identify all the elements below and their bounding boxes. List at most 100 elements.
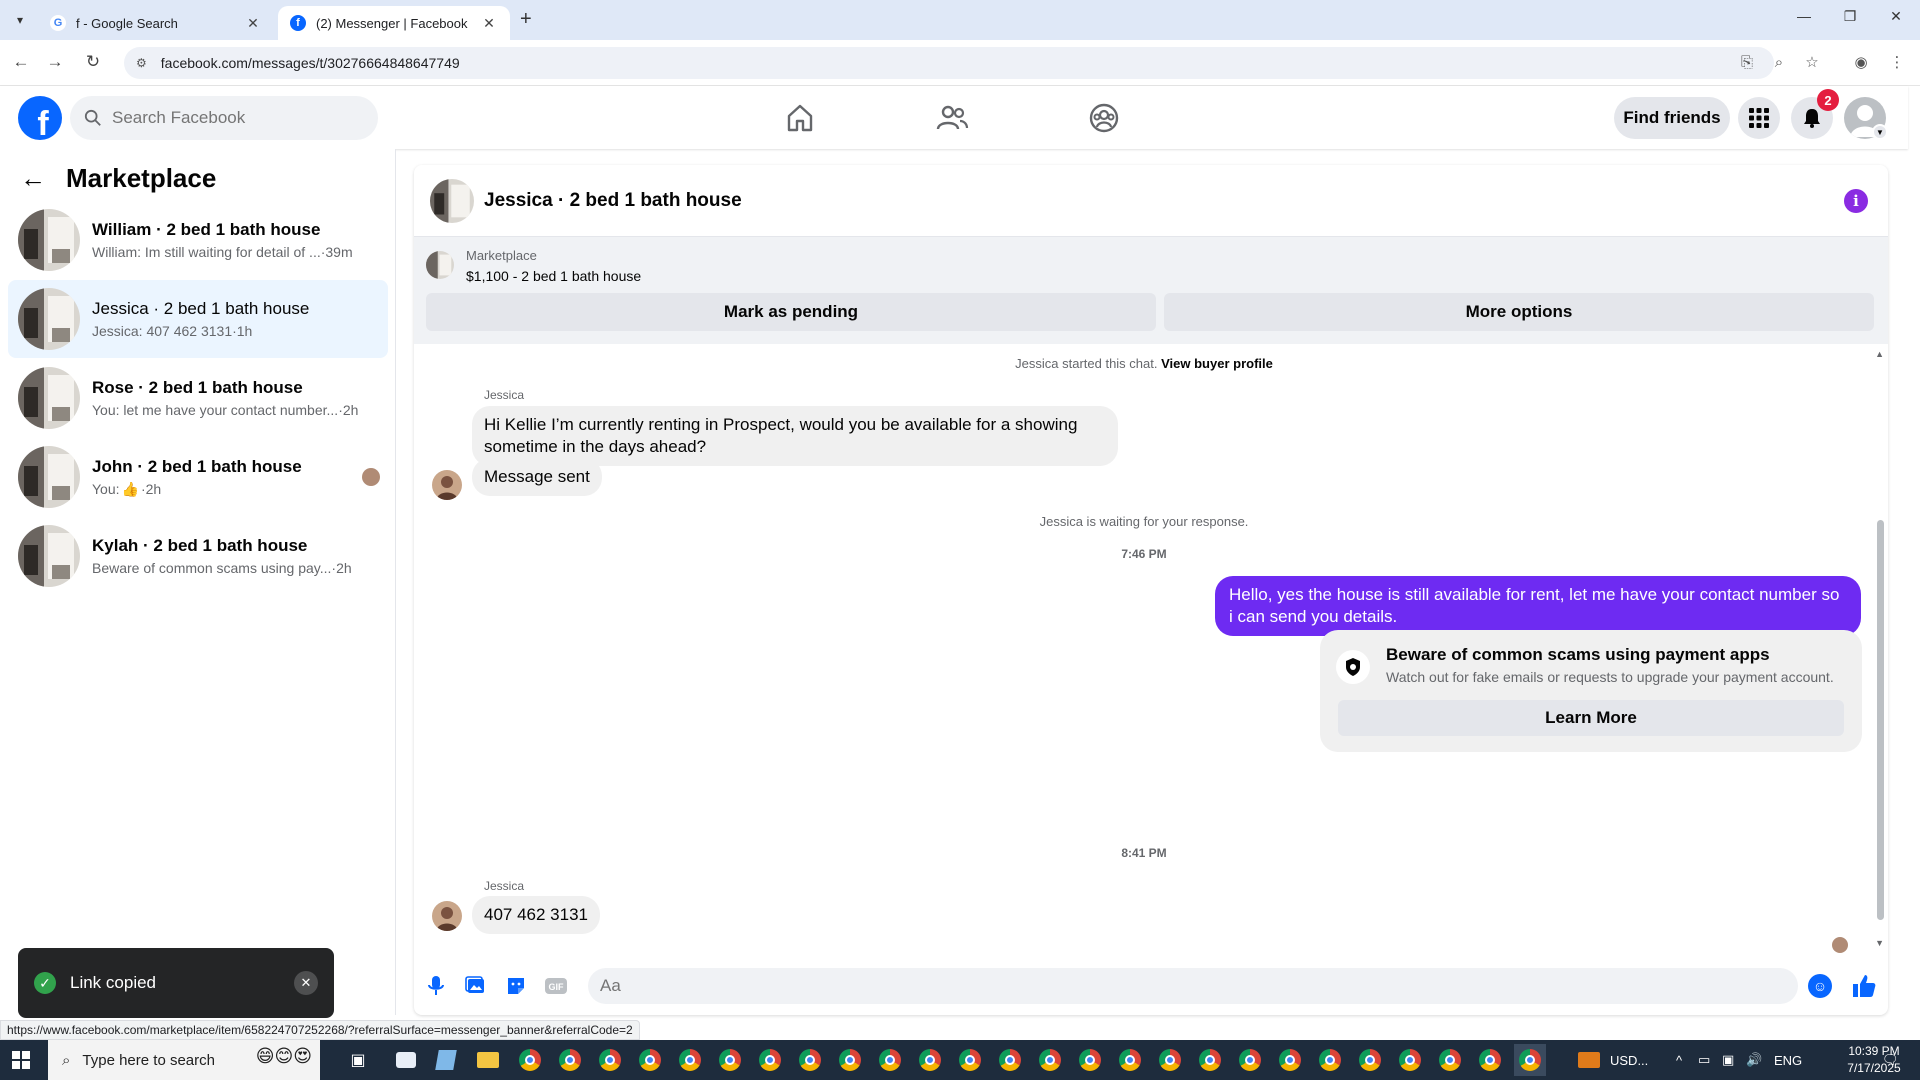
facebook-search-input[interactable] <box>112 108 352 128</box>
browser-tab-messenger[interactable]: f (2) Messenger | Facebook ✕ <box>278 6 510 40</box>
find-friends-button[interactable]: Find friends <box>1614 97 1730 139</box>
chrome-icon[interactable] <box>1514 1044 1546 1076</box>
conversation-jessica[interactable]: Jessica · 2 bed 1 bath house Jessica: 40… <box>8 280 388 358</box>
install-app-icon[interactable]: ⎘ <box>1736 52 1758 74</box>
info-icon[interactable]: i <box>1844 189 1868 213</box>
learn-more-button[interactable]: Learn More <box>1338 700 1844 736</box>
chrome-icon[interactable] <box>674 1044 706 1076</box>
conversation-rose[interactable]: Rose · 2 bed 1 bath house You: let me ha… <box>8 359 388 437</box>
volume-icon[interactable]: 🔊 <box>1746 1040 1762 1080</box>
taskbar-search[interactable]: ⌕ Type here to search 😄😊😍 <box>48 1040 320 1080</box>
chrome-icon[interactable] <box>1034 1044 1066 1076</box>
chrome-icon[interactable] <box>554 1044 586 1076</box>
friends-icon[interactable] <box>934 100 970 136</box>
chrome-icon[interactable] <box>1394 1044 1426 1076</box>
tray-icon[interactable]: ▭ <box>1698 1040 1710 1080</box>
sender-avatar[interactable] <box>432 470 462 500</box>
microphone-icon[interactable] <box>424 974 448 998</box>
chat-title[interactable]: Jessica · 2 bed 1 bath house <box>484 190 742 212</box>
chrome-icon[interactable] <box>794 1044 826 1076</box>
site-info-icon[interactable]: ⚙ <box>136 56 147 70</box>
incoming-message[interactable]: Hi Kellie I’m currently renting in Prosp… <box>472 406 1118 466</box>
chrome-icon[interactable] <box>1434 1044 1466 1076</box>
scroll-down-icon[interactable]: ▼ <box>1875 938 1884 948</box>
address-bar[interactable]: ⚙ facebook.com/messages/t/30276664848647… <box>124 47 1774 79</box>
chrome-icon[interactable] <box>1234 1044 1266 1076</box>
thumbs-up-icon[interactable] <box>1850 972 1878 1000</box>
chrome-icon[interactable] <box>1114 1044 1146 1076</box>
tab-search-button[interactable]: ▾ <box>6 8 34 32</box>
menu-kebab-icon[interactable]: ⋮ <box>1886 52 1908 74</box>
chrome-icon[interactable] <box>754 1044 786 1076</box>
reload-icon[interactable]: ↻ <box>82 51 104 73</box>
more-options-button[interactable]: More options <box>1164 293 1874 331</box>
photo-icon[interactable] <box>464 974 488 998</box>
chrome-icon[interactable] <box>1274 1044 1306 1076</box>
groups-icon[interactable] <box>1086 100 1122 136</box>
input-language[interactable]: ENG <box>1774 1040 1802 1080</box>
back-icon[interactable]: ← <box>10 51 32 73</box>
home-icon[interactable] <box>782 100 818 136</box>
conversation-kylah[interactable]: Kylah · 2 bed 1 bath house Beware of com… <box>8 517 388 595</box>
profile-icon[interactable]: ◉ <box>1850 52 1872 74</box>
bookmark-star-icon[interactable]: ☆ <box>1801 52 1823 74</box>
conversation-john[interactable]: John · 2 bed 1 bath house You: 👍 ·2h <box>8 438 388 516</box>
forward-icon[interactable]: → <box>44 51 66 73</box>
chrome-icon[interactable] <box>1354 1044 1386 1076</box>
windows-start-icon[interactable] <box>12 1051 30 1069</box>
new-tab-icon[interactable]: + <box>520 8 532 31</box>
chrome-icon[interactable] <box>1194 1044 1226 1076</box>
incoming-message[interactable]: 407 462 3131 <box>472 896 600 934</box>
chrome-icon[interactable] <box>914 1044 946 1076</box>
chevron-down-icon[interactable]: ▼ <box>1872 124 1888 140</box>
zoom-icon[interactable]: ⌕ <box>1768 52 1790 74</box>
conversation-william[interactable]: William · 2 bed 1 bath house William: Im… <box>8 201 388 279</box>
message-input[interactable] <box>588 968 1798 1004</box>
close-tab-icon[interactable]: ✕ <box>244 15 262 32</box>
chrome-icon[interactable] <box>1474 1044 1506 1076</box>
chrome-icon[interactable] <box>1314 1044 1346 1076</box>
facebook-search[interactable] <box>70 96 378 140</box>
close-icon[interactable]: ✕ <box>294 971 318 995</box>
minimize-icon[interactable]: — <box>1784 8 1824 24</box>
back-arrow-icon[interactable]: ← <box>20 163 46 194</box>
close-tab-icon[interactable]: ✕ <box>480 15 498 32</box>
close-window-icon[interactable]: ✕ <box>1876 8 1916 25</box>
chrome-icon[interactable] <box>1154 1044 1186 1076</box>
chrome-icon[interactable] <box>594 1044 626 1076</box>
notification-center-icon[interactable]: 🗨 <box>1882 1040 1899 1080</box>
listing-price[interactable]: $1,100 - 2 bed 1 bath house <box>466 268 641 284</box>
listing-thumbnail[interactable] <box>426 251 454 279</box>
chrome-icon[interactable] <box>714 1044 746 1076</box>
menu-grid-icon[interactable] <box>1738 97 1780 139</box>
chrome-icon[interactable] <box>1074 1044 1106 1076</box>
browser-tab-google[interactable]: G f - Google Search ✕ <box>38 6 274 40</box>
chrome-icon[interactable] <box>634 1044 666 1076</box>
file-explorer-icon[interactable] <box>472 1044 504 1076</box>
mark-as-pending-button[interactable]: Mark as pending <box>426 293 1156 331</box>
chrome-icon[interactable] <box>954 1044 986 1076</box>
app-icon[interactable] <box>390 1044 422 1076</box>
restore-icon[interactable]: ❐ <box>1830 8 1870 25</box>
view-buyer-profile-link[interactable]: View buyer profile <box>1161 356 1273 371</box>
sender-avatar[interactable] <box>432 901 462 931</box>
task-view-icon[interactable]: ▣ <box>342 1044 374 1076</box>
sticker-icon[interactable] <box>504 974 528 998</box>
listing-thumbnail[interactable] <box>430 178 474 223</box>
incoming-message[interactable]: Message sent <box>472 458 602 496</box>
scroll-up-icon[interactable]: ▲ <box>1875 349 1884 359</box>
scrollbar-thumb[interactable] <box>1877 520 1884 920</box>
facebook-logo-icon[interactable]: f <box>18 96 62 140</box>
chrome-icon[interactable] <box>514 1044 546 1076</box>
app-icon[interactable] <box>430 1044 462 1076</box>
emoji-icon[interactable]: ☺ <box>1808 974 1832 998</box>
taskbar-clock[interactable]: 10:39 PM 7/17/2025 <box>1838 1043 1910 1077</box>
chrome-icon[interactable] <box>834 1044 866 1076</box>
tray-chevron-up-icon[interactable]: ^ <box>1676 1040 1682 1080</box>
currency-widget[interactable]: USD... <box>1578 1040 1648 1080</box>
network-icon[interactable]: ▣ <box>1722 1040 1734 1080</box>
gif-icon[interactable]: GIF <box>544 974 568 998</box>
chrome-icon[interactable] <box>874 1044 906 1076</box>
url-text[interactable]: facebook.com/messages/t/3027666484864774… <box>161 55 460 71</box>
outgoing-message[interactable]: Hello, yes the house is still available … <box>1215 576 1861 636</box>
